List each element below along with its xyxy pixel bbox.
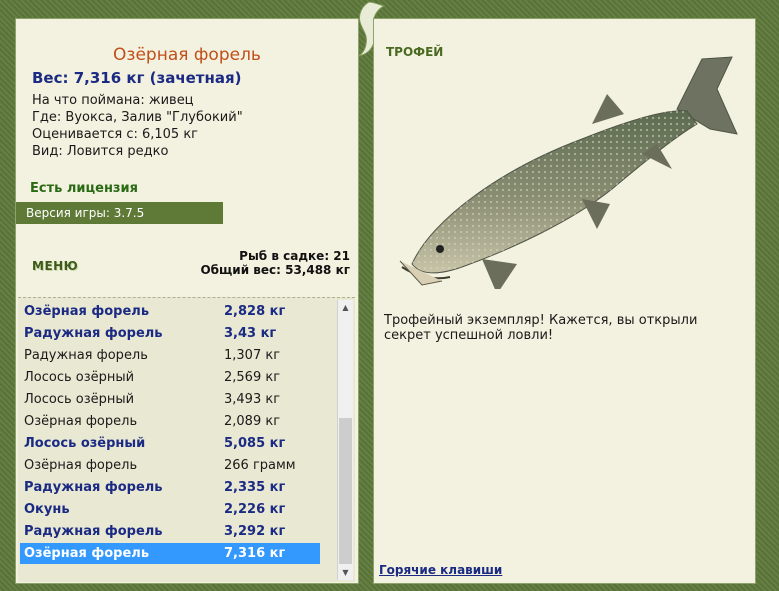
fish-row-name: Радужная форель [24, 326, 163, 341]
fish-row-name: Лосось озёрный [24, 370, 135, 385]
fish-list-row[interactable]: Озёрная форель 266 грамм [20, 455, 320, 476]
fish-list-row[interactable]: Радужная форель 2,335 кг [20, 477, 320, 498]
fish-row-name: Озёрная форель [24, 458, 138, 473]
net-summary: Рыб в садке: 21 Общий вес: 53,488 кг [200, 249, 350, 277]
fish-row-weight: 2,089 кг [224, 414, 281, 429]
fish-row-name: Радужная форель [24, 524, 163, 539]
location-info: Где: Вуокса, Залив "Глубокий" [32, 110, 243, 125]
scroll-thumb[interactable] [339, 418, 352, 564]
fish-name: Озёрная форель [113, 45, 261, 65]
fish-row-weight: 2,335 кг [224, 480, 286, 495]
kind-info: Вид: Ловится редко [32, 144, 169, 159]
net-total-weight: Общий вес: 53,488 кг [200, 263, 350, 277]
trophy-message: Трофейный экземпляр! Кажется, вы открыли… [384, 313, 698, 343]
bait-info: На что поймана: живец [32, 93, 194, 108]
trout-image [399, 56, 738, 289]
license-status: Есть лицензия [30, 181, 138, 196]
version-bar: Версия игры: 3.7.5 [16, 202, 223, 224]
hotkeys-link[interactable]: Горячие клавиши [379, 563, 502, 577]
fish-row-weight: 2,226 кг [224, 502, 286, 517]
fish-row-weight: 266 грамм [224, 458, 296, 473]
net-fish-count: Рыб в садке: 21 [239, 249, 350, 263]
list-scrollbar[interactable]: ▲ ▼ [337, 300, 353, 580]
fish-row-name: Лосось озёрный [24, 436, 146, 451]
fish-row-weight: 5,085 кг [224, 436, 286, 451]
fish-list-row[interactable]: Озёрная форель 7,316 кг [20, 543, 320, 564]
fish-list-row[interactable]: Радужная форель 3,292 кг [20, 521, 320, 542]
chevron-down-icon[interactable]: ▼ [338, 565, 353, 580]
fish-row-weight: 1,307 кг [224, 348, 281, 363]
fish-row-weight: 7,316 кг [224, 546, 286, 561]
rated-from-info: Оценивается с: 6,105 кг [32, 127, 199, 142]
fish-list-row[interactable]: Окунь 2,226 кг [20, 499, 320, 520]
fish-row-weight: 2,569 кг [224, 370, 281, 385]
fish-row-weight: 3,292 кг [224, 524, 286, 539]
fish-list-row[interactable]: Радужная форель 3,43 кг [20, 323, 320, 344]
fish-list-row[interactable]: Лосось озёрный 2,569 кг [20, 367, 320, 388]
fish-weight: Вес: 7,316 кг (зачетная) [32, 69, 242, 87]
fish-list-row[interactable]: Озёрная форель 2,089 кг [20, 411, 320, 432]
fish-row-name: Окунь [24, 502, 70, 517]
fish-list-row[interactable]: Лосось озёрный 5,085 кг [20, 433, 320, 454]
fish-row-name: Радужная форель [24, 348, 148, 363]
fish-row-name: Лосось озёрный [24, 392, 135, 407]
fish-row-name: Озёрная форель [24, 546, 150, 561]
catch-info-panel: Озёрная форель Вес: 7,316 кг (зачетная) … [15, 18, 359, 584]
fish-list-row[interactable]: Лосось озёрный 3,493 кг [20, 389, 320, 410]
menu-button[interactable]: МЕНЮ [32, 259, 78, 273]
fish-row-name: Радужная форель [24, 480, 163, 495]
fish-list-row[interactable]: Озёрная форель 2,828 кг [20, 301, 320, 322]
fish-row-name: Озёрная форель [24, 304, 150, 319]
fish-row-weight: 3,493 кг [224, 392, 281, 407]
fish-row-weight: 3,43 кг [224, 326, 277, 341]
fish-row-weight: 2,828 кг [224, 304, 286, 319]
fish-row-name: Озёрная форель [24, 414, 138, 429]
trophy-panel: ТРОФЕЙ Трофейный экземпляр! Кажется, вы … [373, 18, 756, 584]
fish-list[interactable]: Озёрная форель 2,828 кг Радужная форель 3,4… [18, 297, 355, 582]
chevron-up-icon[interactable]: ▲ [338, 300, 353, 315]
fish-list-row[interactable]: Радужная форель 1,307 кг [20, 345, 320, 366]
